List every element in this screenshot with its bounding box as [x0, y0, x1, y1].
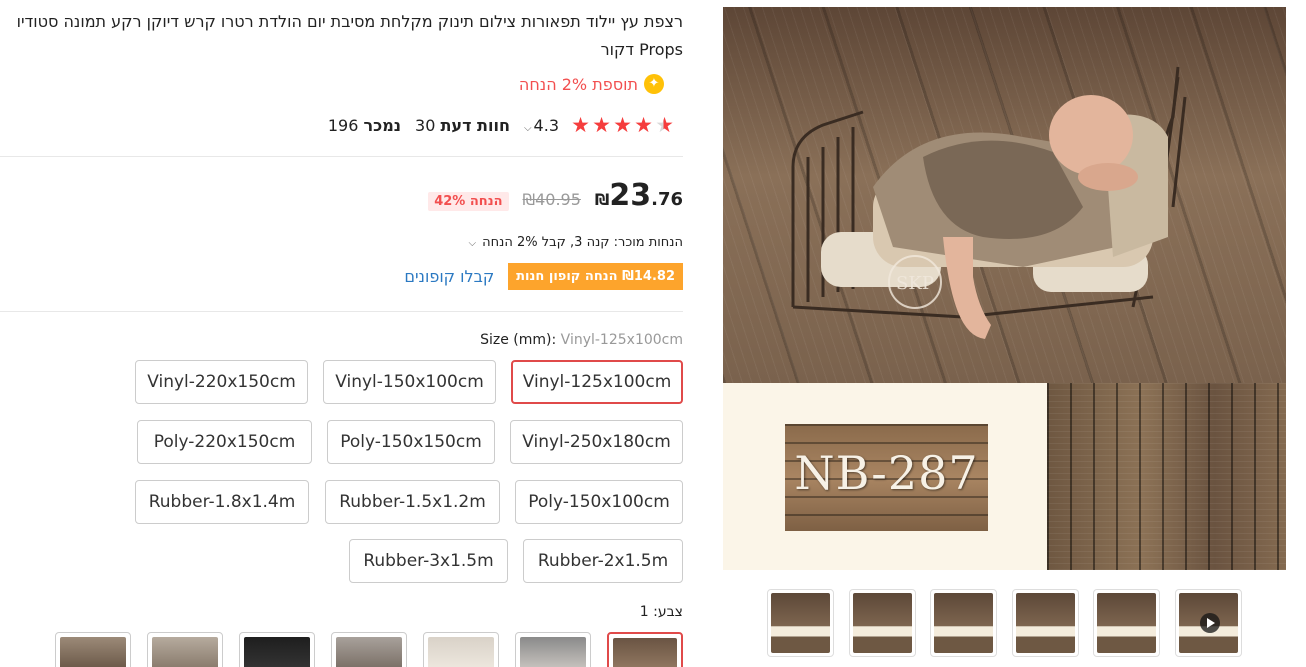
- size-label-text: Size (mm):: [480, 332, 561, 348]
- color-option[interactable]: [331, 632, 407, 667]
- color-swatch-image: [336, 637, 402, 667]
- color-swatch-image: [244, 637, 310, 667]
- star-rating: ★ ★ ★ ★ ★: [571, 113, 674, 137]
- size-option[interactable]: Poly-150x150cm: [327, 420, 495, 464]
- product-gallery: SKP NB-287: [723, 7, 1286, 657]
- reviews-value: 30: [415, 116, 436, 135]
- sold-value: 196: [327, 116, 359, 135]
- svg-text:SKP: SKP: [896, 273, 934, 294]
- color-option[interactable]: [55, 632, 131, 667]
- color-swatch-image: [152, 637, 218, 667]
- color-swatch-image: [520, 637, 586, 667]
- play-icon: [1199, 613, 1220, 633]
- coupon-row: ₪14.82 הנחה קופון חנות קבלו קופונים: [404, 263, 683, 290]
- rating-value: 4.3: [533, 116, 559, 135]
- thumbnail[interactable]: [767, 589, 834, 657]
- bonus-discount[interactable]: ✦ תוספת 2% הנחה: [519, 74, 664, 94]
- price-row: ₪ 23 .76 ₪40.95 הנחה 42%: [428, 178, 683, 213]
- store-coupon[interactable]: ₪14.82 הנחה קופון חנות: [508, 263, 683, 290]
- thumbnail-strip: [767, 589, 1242, 657]
- thumbnail[interactable]: [848, 589, 916, 657]
- size-option[interactable]: Vinyl-150x100cm: [323, 360, 496, 404]
- thumbnail-image: [1178, 593, 1238, 653]
- reviews-link[interactable]: חוות דעת 30: [415, 116, 510, 135]
- size-option[interactable]: Rubber-3x1.5m: [349, 539, 508, 583]
- product-code: NB-287: [794, 446, 979, 500]
- size-option[interactable]: Rubber-1.5x1.2m: [325, 480, 500, 524]
- color-option[interactable]: [147, 632, 223, 667]
- product-info: רצפת עץ יילוד תפאורות צילום תינוק מקלחת …: [0, 0, 683, 667]
- size-option[interactable]: Vinyl-125x100cm: [511, 360, 683, 404]
- currency-symbol: ₪: [594, 190, 610, 209]
- thumbnail[interactable]: [930, 589, 998, 657]
- seller-discount-text: הנחות מוכר: קנה 3, קבל 2% הנחה: [482, 235, 683, 250]
- main-product-image[interactable]: SKP NB-287: [723, 7, 1286, 570]
- backdrop-preview: NB-287: [723, 383, 1286, 570]
- color-option[interactable]: [515, 632, 591, 667]
- size-option[interactable]: Poly-150x100cm: [515, 480, 683, 524]
- divider: [0, 156, 683, 157]
- size-option[interactable]: Rubber-2x1.5m: [523, 539, 683, 583]
- thumbnail-image: [1015, 593, 1075, 653]
- color-option[interactable]: [239, 632, 315, 667]
- thumbnail[interactable]: [1093, 589, 1161, 657]
- color-swatch-image: [60, 637, 126, 667]
- star-icon: ★: [634, 113, 653, 137]
- color-swatch-image: [613, 638, 677, 667]
- seller-discount[interactable]: הנחות מוכר: קנה 3, קבל 2% הנחה ⌵: [468, 235, 683, 250]
- wood-plank-sample: [1047, 383, 1286, 570]
- price-integer: 23: [609, 178, 652, 213]
- rating-dropdown[interactable]: ⌵ 4.3: [524, 116, 559, 135]
- color-option[interactable]: [607, 632, 683, 667]
- size-option[interactable]: Vinyl-220x150cm: [135, 360, 308, 404]
- thumbnail-image: [852, 593, 912, 653]
- size-selected-value: Vinyl-125x100cm: [560, 332, 683, 348]
- get-coupons-link[interactable]: קבלו קופונים: [404, 267, 494, 286]
- size-option[interactable]: Vinyl-250x180cm: [510, 420, 683, 464]
- chevron-down-icon: ⌵: [468, 238, 477, 249]
- size-option[interactable]: Poly-220x150cm: [137, 420, 312, 464]
- bonus-text: תוספת 2% הנחה: [518, 74, 638, 94]
- color-swatch-image: [428, 637, 494, 667]
- chevron-down-icon: ⌵: [523, 123, 532, 134]
- video-thumbnail[interactable]: [1174, 589, 1242, 657]
- product-title: רצפת עץ יילוד תפאורות צילום תינוק מקלחת …: [16, 12, 683, 59]
- divider: [0, 311, 683, 312]
- color-label: צבע: 1: [639, 604, 683, 620]
- half-star-icon: ★: [655, 113, 674, 137]
- thumbnail-image: [771, 593, 830, 653]
- color-option[interactable]: [423, 632, 499, 667]
- discount-badge: הנחה 42%: [428, 192, 509, 211]
- newborn-photo: SKP: [723, 7, 1286, 383]
- size-label: Size (mm): Vinyl-125x100cm: [480, 332, 683, 348]
- newborn-bed-illustration: SKP: [791, 66, 1187, 339]
- plus-circle-icon: ✦: [644, 74, 664, 94]
- reviews-label: חוות דעת: [440, 116, 510, 135]
- sold-count: נמכר 196: [328, 116, 401, 135]
- original-price: ₪40.95: [522, 190, 581, 209]
- rating-row: נמכר 196 חוות דעת 30 ⌵ 4.3 ★ ★ ★ ★ ★: [316, 113, 674, 137]
- product-page: SKP NB-287 רצפת עץ יילוד תפאורות צילום ת…: [0, 0, 1306, 667]
- current-price: ₪ 23 .76: [591, 178, 683, 213]
- thumbnail-image: [934, 593, 994, 653]
- star-icon: ★: [613, 113, 632, 137]
- star-icon: ★: [592, 113, 611, 137]
- price-decimal: .76: [651, 189, 683, 210]
- sold-label: נמכר: [363, 116, 402, 135]
- product-code-card: NB-287: [785, 424, 988, 531]
- thumbnail-image: [1097, 593, 1157, 653]
- star-icon: ★: [571, 113, 590, 137]
- size-option[interactable]: Rubber-1.8x1.4m: [135, 480, 309, 524]
- thumbnail[interactable]: [1011, 589, 1079, 657]
